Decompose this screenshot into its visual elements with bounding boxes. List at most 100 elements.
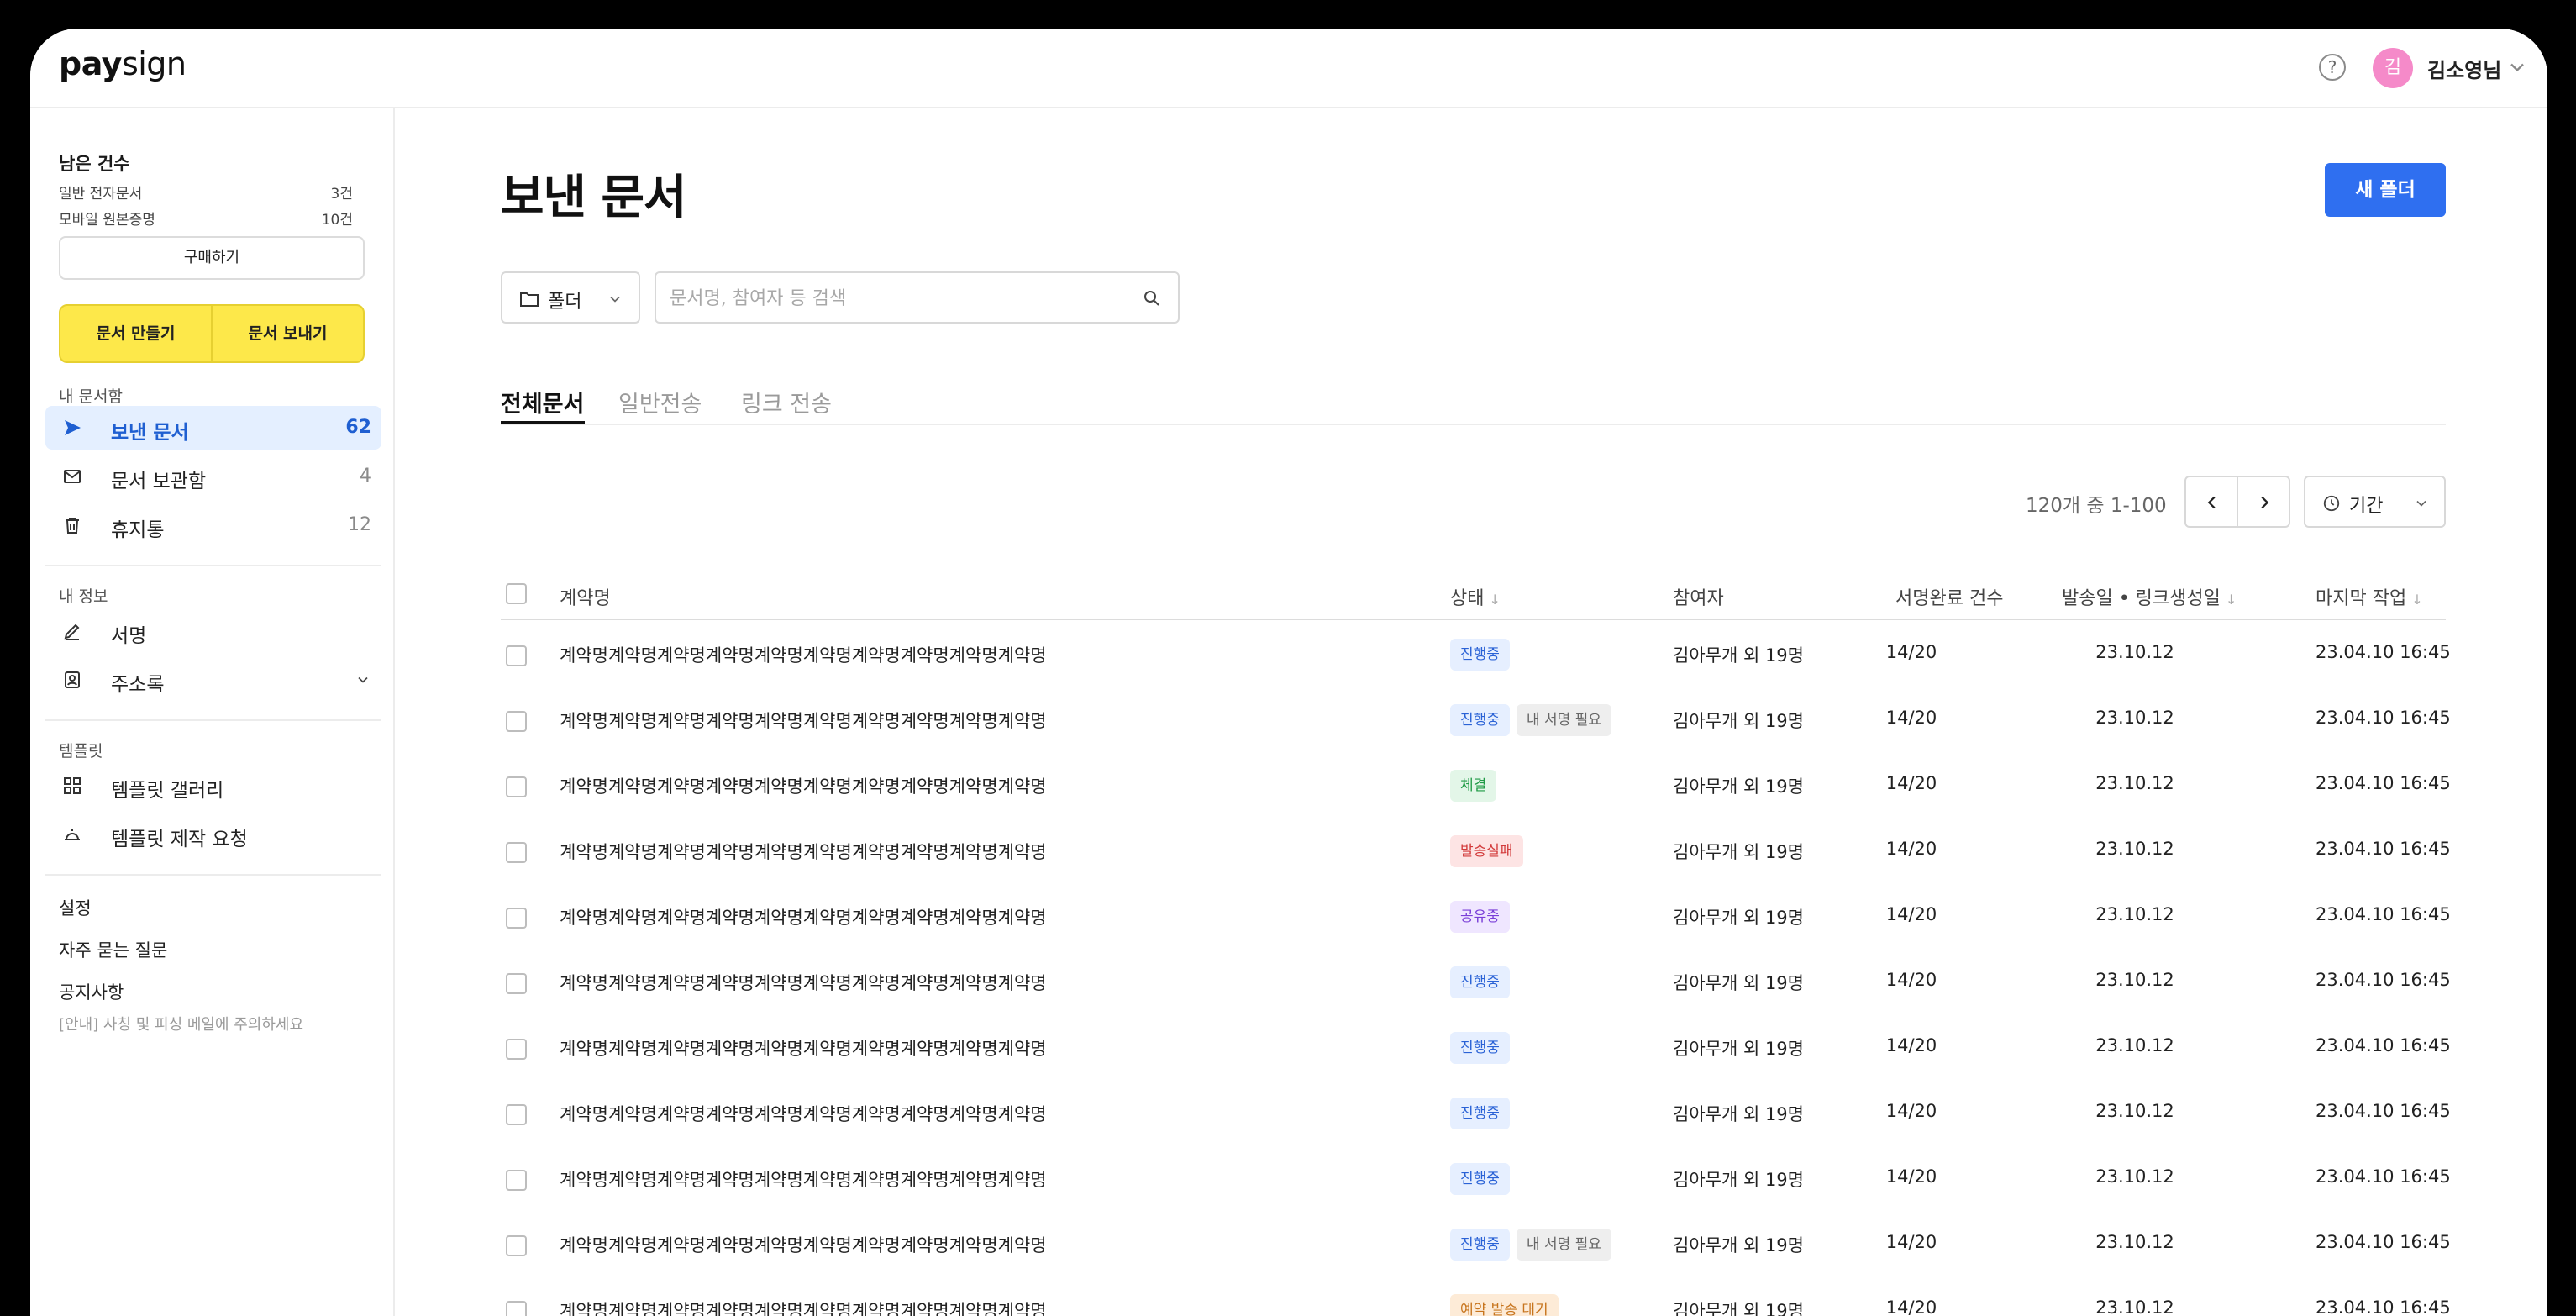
tab-all-documents[interactable]: 전체문서 bbox=[501, 386, 584, 418]
sidebar-item-template-request[interactable]: 템플릿 제작 요청 bbox=[45, 813, 381, 856]
table-row[interactable]: 계약명계약명계약명계약명계약명계약명계약명계약명계약명계약명 발송실패 김아무개 외… bbox=[501, 819, 2451, 884]
help-icon[interactable]: ? bbox=[2319, 54, 2346, 81]
table-row[interactable]: 계약명계약명계약명계약명계약명계약명계약명계약명계약명계약명 진행중 김아무개 외 … bbox=[501, 950, 2451, 1015]
document-name[interactable]: 계약명계약명계약명계약명계약명계약명계약명계약명계약명계약명 bbox=[560, 1232, 1047, 1257]
document-name[interactable]: 계약명계약명계약명계약명계약명계약명계약명계약명계약명계약명 bbox=[560, 904, 1047, 929]
sidebar-item-contacts[interactable]: 주소록 bbox=[45, 658, 381, 702]
my-docs-section-title: 내 문서함 bbox=[59, 387, 123, 406]
quota-title: 남은 건수 bbox=[59, 154, 130, 174]
signed-count: 14/20 bbox=[1885, 642, 1937, 662]
status-badge: 내 서명 필요 bbox=[1516, 704, 1611, 736]
status-badges: 진행중 bbox=[1450, 639, 1510, 671]
row-checkbox[interactable] bbox=[506, 1039, 527, 1060]
table-header: 계약명 상태 ↓ 참여자 서명완료 건수 발송일 • 링크생성일 ↓ 마지막 작업 ↓ bbox=[501, 566, 2446, 620]
row-checkbox[interactable] bbox=[506, 1104, 527, 1125]
table-row[interactable]: 계약명계약명계약명계약명계약명계약명계약명계약명계약명계약명 체결 김아무개 외 1… bbox=[501, 753, 2451, 819]
sidebar-item-trash[interactable]: 휴지통 12 bbox=[45, 503, 381, 547]
search-input[interactable] bbox=[670, 283, 1123, 313]
document-name[interactable]: 계약명계약명계약명계약명계약명계약명계약명계약명계약명계약명 bbox=[560, 839, 1047, 864]
tab-link-send[interactable]: 링크 전송 bbox=[741, 386, 832, 418]
sidebar-item-archive[interactable]: 문서 보관함 4 bbox=[45, 455, 381, 498]
prev-page-button[interactable] bbox=[2184, 476, 2238, 528]
status-badges: 진행중 bbox=[1450, 1163, 1510, 1195]
faq-link[interactable]: 자주 묻는 질문 bbox=[59, 937, 167, 962]
row-checkbox[interactable] bbox=[506, 1301, 527, 1316]
sidebar-item-sent[interactable]: 보낸 문서 62 bbox=[45, 406, 381, 450]
row-checkbox[interactable] bbox=[506, 842, 527, 863]
row-checkbox[interactable] bbox=[506, 711, 527, 732]
row-checkbox[interactable] bbox=[506, 973, 527, 994]
participants: 김아무개 외 19명 bbox=[1673, 973, 1804, 993]
sidebar-item-template-gallery[interactable]: 템플릿 갤러리 bbox=[45, 764, 381, 808]
settings-link[interactable]: 설정 bbox=[59, 895, 92, 920]
row-checkbox[interactable] bbox=[506, 1170, 527, 1191]
sidebar-item-label: 보낸 문서 bbox=[111, 422, 189, 444]
tab-general-send[interactable]: 일반전송 bbox=[618, 386, 702, 418]
document-name[interactable]: 계약명계약명계약명계약명계약명계약명계약명계약명계약명계약명 bbox=[560, 1298, 1047, 1316]
document-name[interactable]: 계약명계약명계약명계약명계약명계약명계약명계약명계약명계약명 bbox=[560, 1166, 1047, 1192]
chevron-down-icon[interactable] bbox=[2505, 55, 2529, 79]
grid-icon bbox=[64, 777, 81, 794]
buy-button[interactable]: 구매하기 bbox=[59, 236, 365, 280]
document-name[interactable]: 계약명계약명계약명계약명계약명계약명계약명계약명계약명계약명 bbox=[560, 1035, 1047, 1061]
table-row[interactable]: 계약명계약명계약명계약명계약명계약명계약명계약명계약명계약명 진행중 김아무개 외 … bbox=[501, 1015, 2451, 1081]
sort-arrow-icon: ↓ bbox=[2411, 592, 2423, 608]
table-row[interactable]: 계약명계약명계약명계약명계약명계약명계약명계약명계약명계약명 공유중 김아무개 외 … bbox=[501, 884, 2451, 950]
table-row[interactable]: 계약명계약명계약명계약명계약명계약명계약명계약명계약명계약명 진행중 내 서명 필요… bbox=[501, 1212, 2451, 1277]
create-send-button-group: 문서 만들기 문서 보내기 bbox=[59, 304, 365, 363]
document-name[interactable]: 계약명계약명계약명계약명계약명계약명계약명계약명계약명계약명 bbox=[560, 708, 1047, 733]
column-header-last-action[interactable]: 마지막 작업 ↓ bbox=[2316, 583, 2423, 610]
table-row[interactable]: 계약명계약명계약명계약명계약명계약명계약명계약명계약명계약명 진행중 김아무개 외 … bbox=[501, 1146, 2451, 1212]
status-badge: 공유중 bbox=[1450, 901, 1510, 933]
status-badges: 공유중 bbox=[1450, 901, 1510, 933]
notice-link[interactable]: 공지사항 bbox=[59, 979, 124, 1004]
send-document-button[interactable]: 문서 보내기 bbox=[213, 306, 363, 361]
folder-select[interactable]: 폴더 bbox=[501, 271, 640, 324]
user-name[interactable]: 김소영님 bbox=[2427, 54, 2501, 83]
sent-date: 23.10.12 bbox=[2095, 773, 2174, 793]
signed-count: 14/20 bbox=[1885, 970, 1937, 990]
signed-count: 14/20 bbox=[1885, 773, 1937, 793]
notice-text[interactable]: [안내] 사칭 및 피싱 메일에 주의하세요 bbox=[59, 1013, 303, 1034]
status-badge: 진행중 bbox=[1450, 1032, 1510, 1064]
status-badge: 체결 bbox=[1450, 770, 1497, 802]
sidebar-item-label: 휴지통 bbox=[111, 519, 165, 541]
last-action-time: 23.04.10 16:45 bbox=[2316, 773, 2451, 793]
sent-date: 23.10.12 bbox=[2095, 642, 2174, 662]
new-folder-button[interactable]: 새 폴더 bbox=[2325, 163, 2446, 217]
mail-icon bbox=[64, 470, 81, 483]
period-filter-label: 기간 bbox=[2349, 496, 2384, 517]
row-checkbox[interactable] bbox=[506, 1235, 527, 1256]
row-checkbox[interactable] bbox=[506, 776, 527, 797]
avatar[interactable]: 김 bbox=[2373, 48, 2413, 88]
table-row[interactable]: 계약명계약명계약명계약명계약명계약명계약명계약명계약명계약명 진행중 내 서명 필요… bbox=[501, 687, 2451, 753]
select-all-checkbox[interactable] bbox=[506, 583, 527, 604]
page-title: 보낸 문서 bbox=[501, 171, 687, 225]
column-header-sent-date[interactable]: 발송일 • 링크생성일 ↓ bbox=[2062, 583, 2237, 610]
contact-book-icon bbox=[65, 671, 80, 688]
document-name[interactable]: 계약명계약명계약명계약명계약명계약명계약명계약명계약명계약명 bbox=[560, 970, 1047, 995]
sent-date: 23.10.12 bbox=[2095, 970, 2174, 990]
period-filter[interactable]: 기간 bbox=[2304, 476, 2446, 528]
create-document-button[interactable]: 문서 만들기 bbox=[60, 306, 211, 361]
document-name[interactable]: 계약명계약명계약명계약명계약명계약명계약명계약명계약명계약명 bbox=[560, 773, 1047, 798]
document-name[interactable]: 계약명계약명계약명계약명계약명계약명계약명계약명계약명계약명 bbox=[560, 1101, 1047, 1126]
table-row[interactable]: 계약명계약명계약명계약명계약명계약명계약명계약명계약명계약명 예약 발송 대기 김아… bbox=[501, 1277, 2451, 1316]
app-screen: paysign ? 김 김소영님 남은 건수 일반 전자문서 3건 모바일 원본… bbox=[30, 29, 2547, 1316]
row-checkbox[interactable] bbox=[506, 908, 527, 929]
sent-date: 23.10.12 bbox=[2095, 708, 2174, 728]
table-row[interactable]: 계약명계약명계약명계약명계약명계약명계약명계약명계약명계약명 진행중 김아무개 외 … bbox=[501, 622, 2451, 687]
row-checkbox[interactable] bbox=[506, 645, 527, 666]
chevron-down-icon[interactable] bbox=[355, 671, 371, 688]
divider bbox=[45, 874, 381, 876]
document-name[interactable]: 계약명계약명계약명계약명계약명계약명계약명계약명계약명계약명 bbox=[560, 642, 1047, 667]
column-header-status[interactable]: 상태 ↓ bbox=[1450, 583, 1501, 610]
status-badges: 예약 발송 대기 bbox=[1450, 1294, 1559, 1316]
search-box[interactable] bbox=[655, 271, 1180, 324]
search-icon[interactable] bbox=[1142, 288, 1162, 308]
next-page-button[interactable] bbox=[2237, 476, 2290, 528]
sidebar-item-signature[interactable]: 서명 bbox=[45, 609, 381, 653]
table-row[interactable]: 계약명계약명계약명계약명계약명계약명계약명계약명계약명계약명 진행중 김아무개 외 … bbox=[501, 1081, 2451, 1146]
participants: 김아무개 외 19명 bbox=[1673, 908, 1804, 928]
paysign-logo[interactable]: paysign bbox=[59, 45, 187, 82]
